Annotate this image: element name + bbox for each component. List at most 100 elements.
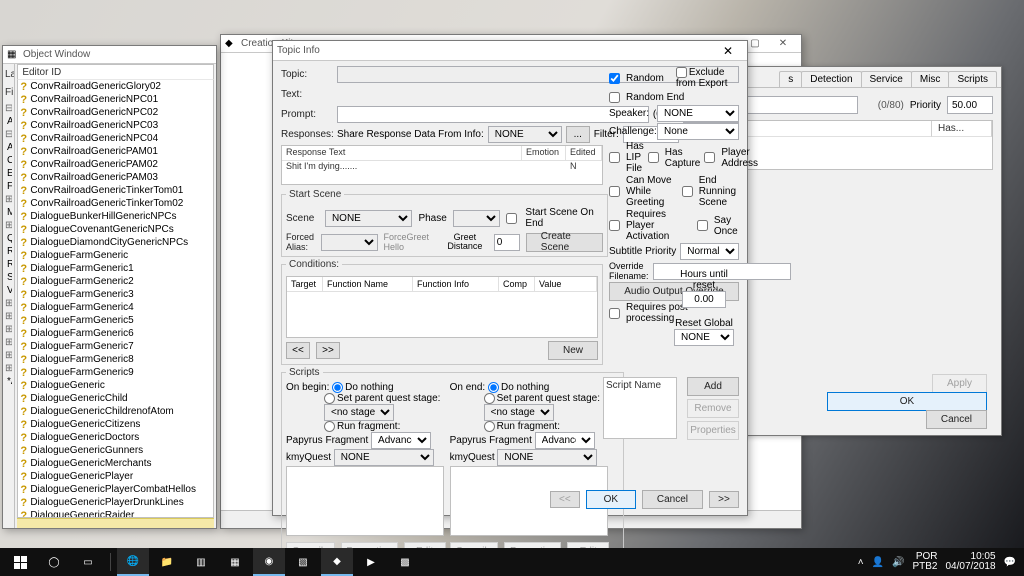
tree-node[interactable]: ⊞SpecialEffect	[5, 336, 12, 349]
tree-node[interactable]: ⊞Magic	[5, 310, 12, 323]
list-item[interactable]: ?DialogueGenericChildrenofAtom	[18, 405, 213, 418]
next-button[interactable]: >>	[709, 491, 739, 508]
greet-distance-input[interactable]	[494, 234, 520, 251]
list-item[interactable]: ?DialogueFarmGeneric8	[18, 353, 213, 366]
list-item[interactable]: ?ConvRailroadGenericGlory02	[18, 80, 213, 93]
onbegin-stage-select[interactable]: <no stages availa	[324, 404, 394, 421]
list-item[interactable]: ?ConvRailroadGenericNPC02	[18, 106, 213, 119]
phase-select[interactable]	[453, 210, 501, 227]
onend-stage-select[interactable]: <no stages availa	[484, 404, 554, 421]
list-item[interactable]: ?DialogueGenericRaider	[18, 509, 213, 518]
start-on-end-checkbox[interactable]	[506, 213, 517, 224]
onend-setparent-radio[interactable]	[484, 393, 495, 404]
tab[interactable]: s	[779, 71, 802, 87]
taskbar-app-generic[interactable]: ▥	[185, 548, 217, 576]
list-item[interactable]: ?ConvRailroadGenericPAM01	[18, 145, 213, 158]
list-item[interactable]: ?DialogueGenericPlayerDrunkLines	[18, 496, 213, 509]
list-item[interactable]: ?DialogueFarmGeneric7	[18, 340, 213, 353]
taskbar-app-steam[interactable]: ◉	[253, 548, 285, 576]
onend-adv-select[interactable]: Advanced	[535, 432, 595, 449]
script-remove-button[interactable]: Remove	[687, 399, 739, 418]
close-button[interactable]: ✕	[713, 42, 743, 60]
onend-kmy-select[interactable]: NONE	[497, 449, 597, 466]
tree-node[interactable]: ⊞Miscellaneous	[5, 323, 12, 336]
tray-date[interactable]: 04/07/2018	[945, 562, 995, 572]
requires-activation-checkbox[interactable]	[609, 220, 620, 231]
script-name-list[interactable]: Script Name	[603, 377, 677, 439]
tab-service[interactable]: Service	[861, 71, 912, 87]
list-item[interactable]: ?DialogueGenericMerchants	[18, 457, 213, 470]
list-item[interactable]: ?ConvRailroadGenericNPC04	[18, 132, 213, 145]
tree-node[interactable]: Equip Slot	[5, 167, 12, 180]
onbegin-script-box[interactable]	[286, 466, 444, 536]
system-tray[interactable]: ˄ 👤 🔊 PORPTB2 10:0504/07/2018 💬	[858, 552, 1020, 572]
list-item[interactable]: ?DialogueGenericChild	[18, 392, 213, 405]
has-capture-checkbox[interactable]	[648, 152, 659, 163]
taskbar-app-generic3[interactable]: ▩	[389, 548, 421, 576]
onbegin-adv-select[interactable]: Advanced	[371, 432, 431, 449]
tray-kb[interactable]: PTB2	[912, 562, 937, 572]
prev-button[interactable]: <<	[550, 491, 580, 508]
tray-volume-icon[interactable]: 🔊	[892, 557, 904, 568]
list-item[interactable]: ?DialogueBunkerHillGenericNPCs	[18, 210, 213, 223]
onbegin-kmy-select[interactable]: NONE	[334, 449, 434, 466]
onend-donothing-radio[interactable]	[488, 382, 499, 393]
tree-node[interactable]: ⊞HeadPart	[5, 193, 12, 206]
tree-node[interactable]: SM Event Node	[5, 271, 12, 284]
tree-node[interactable]: VoiceType	[5, 284, 12, 297]
conditions-list[interactable]: Target Function Name Function Info Comp …	[286, 276, 598, 338]
requires-post-checkbox[interactable]	[609, 308, 620, 319]
tree-node[interactable]: Quest	[5, 232, 12, 245]
random-end-checkbox[interactable]	[609, 92, 620, 103]
player-address-checkbox[interactable]	[704, 152, 715, 163]
topic-info-titlebar[interactable]: Topic Info ✕	[273, 41, 747, 61]
tree-node[interactable]: ⊞WorldData	[5, 349, 12, 362]
has-lip-checkbox[interactable]	[609, 152, 620, 163]
tray-up-icon[interactable]: ˄	[858, 557, 864, 568]
list-item[interactable]: ?DialogueGenericGunners	[18, 444, 213, 457]
response-text-cell[interactable]: Shit I'm dying.......	[282, 161, 522, 175]
list-item[interactable]: ?DialogueFarmGeneric2	[18, 275, 213, 288]
taskbar-app-video[interactable]: ▶	[355, 548, 387, 576]
hours-input[interactable]	[682, 291, 726, 308]
say-once-checkbox[interactable]	[697, 220, 708, 231]
tab-misc[interactable]: Misc	[911, 71, 950, 87]
list-item[interactable]: ?DialogueFarmGeneric	[18, 249, 213, 262]
priority-input[interactable]	[947, 96, 993, 114]
onbegin-setparent-radio[interactable]	[324, 393, 335, 404]
cond-new-button[interactable]: New	[548, 341, 598, 360]
editor-id-header[interactable]: Editor ID	[17, 64, 214, 80]
search-button[interactable]: ◯	[38, 548, 70, 576]
list-item[interactable]: ?DialogueGenericPlayerCombatHellos	[18, 483, 213, 496]
list-item[interactable]: ?ConvRailroadGenericTinkerTom02	[18, 197, 213, 210]
taskbar-app-generic2[interactable]: ▦	[219, 548, 251, 576]
category-tree[interactable]: ⊟ActorsAudio⊟CharacterAssociation TypeCl…	[5, 102, 12, 388]
tree-node[interactable]: Relationship	[5, 258, 12, 271]
tab-scripts[interactable]: Scripts	[948, 71, 997, 87]
reset-global-select[interactable]: NONE	[674, 329, 734, 346]
close-button[interactable]: ✕	[769, 36, 797, 52]
list-item[interactable]: ?ConvRailroadGenericPAM02	[18, 158, 213, 171]
list-item[interactable]: ?DialogueFarmGeneric1	[18, 262, 213, 275]
script-add-button[interactable]: Add	[687, 377, 739, 396]
onbegin-runfrag-radio[interactable]	[324, 421, 335, 432]
scene-select[interactable]: NONE	[325, 210, 413, 227]
speaker-select[interactable]: NONE	[657, 105, 739, 122]
forced-alias-select[interactable]	[321, 234, 377, 251]
create-scene-button[interactable]: Create Scene	[526, 233, 603, 252]
can-move-checkbox[interactable]	[609, 186, 620, 197]
end-running-checkbox[interactable]	[682, 186, 693, 197]
tree-node[interactable]: ⊞WorldObjects	[5, 362, 12, 375]
tray-people-icon[interactable]: 👤	[872, 557, 884, 568]
apply-button[interactable]: Apply	[932, 374, 987, 393]
taskbar-app-explorer[interactable]: 📁	[151, 548, 183, 576]
ok-button[interactable]: OK	[586, 490, 636, 509]
panel-ok-button[interactable]: OK	[827, 392, 987, 411]
taskbar-app-ck[interactable]: ◆	[321, 548, 353, 576]
tree-node[interactable]: Audio	[5, 115, 12, 128]
list-item[interactable]: ?DialogueFarmGeneric5	[18, 314, 213, 327]
onend-runfrag-radio[interactable]	[484, 421, 495, 432]
list-item[interactable]: ?DialogueFarmGeneric4	[18, 301, 213, 314]
taskbar-app-chrome[interactable]: 🌐	[117, 548, 149, 576]
list-item[interactable]: ?DialogueFarmGeneric9	[18, 366, 213, 379]
